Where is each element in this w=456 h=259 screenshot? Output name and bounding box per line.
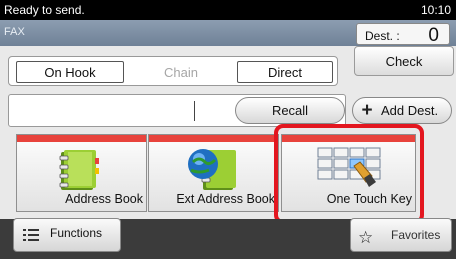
text-cursor xyxy=(194,101,195,121)
destination-count: 0 xyxy=(428,25,439,46)
favorites-button[interactable]: ☆ Favorites xyxy=(350,218,452,252)
tile-accent-bar xyxy=(17,135,146,142)
tile-accent-bar xyxy=(149,135,278,142)
functions-label: Functions xyxy=(50,226,103,240)
destination-counter: Dest. : 0 xyxy=(356,23,450,46)
on-hook-button[interactable]: On Hook xyxy=(16,61,124,83)
status-time: 10:10 xyxy=(420,3,451,17)
direct-button[interactable]: Direct xyxy=(237,61,333,83)
status-bar: Ready to send. 10:10 xyxy=(0,0,456,20)
functions-button[interactable]: Functions xyxy=(13,218,121,252)
list-icon xyxy=(23,229,39,241)
recall-button[interactable]: Recall xyxy=(235,97,345,124)
line-mode-selector: On Hook Chain Direct xyxy=(8,56,338,86)
star-icon: ☆ xyxy=(358,228,374,247)
status-message: Ready to send. xyxy=(4,3,85,17)
ext-address-book-label: Ext Address Book xyxy=(176,192,275,206)
address-book-label: Address Book xyxy=(65,192,143,206)
globe-address-book-icon xyxy=(188,149,236,190)
title-bar: FAX Dest. : 0 xyxy=(0,20,456,46)
highlight-frame xyxy=(274,124,424,224)
add-destination-label: Add Dest. xyxy=(381,103,439,118)
plus-icon: + xyxy=(361,100,373,121)
destination-label: Dest. : xyxy=(365,29,400,43)
favorites-label: Favorites xyxy=(391,228,441,242)
add-destination-button[interactable]: + Add Dest. xyxy=(352,97,452,124)
check-button[interactable]: Check xyxy=(354,46,454,76)
ext-address-book-button[interactable]: Ext Address Book xyxy=(148,134,279,212)
screen-title: FAX xyxy=(4,26,25,38)
address-book-button[interactable]: Address Book xyxy=(16,134,147,212)
chain-button[interactable]: Chain xyxy=(127,61,235,83)
address-book-icon xyxy=(59,150,99,190)
